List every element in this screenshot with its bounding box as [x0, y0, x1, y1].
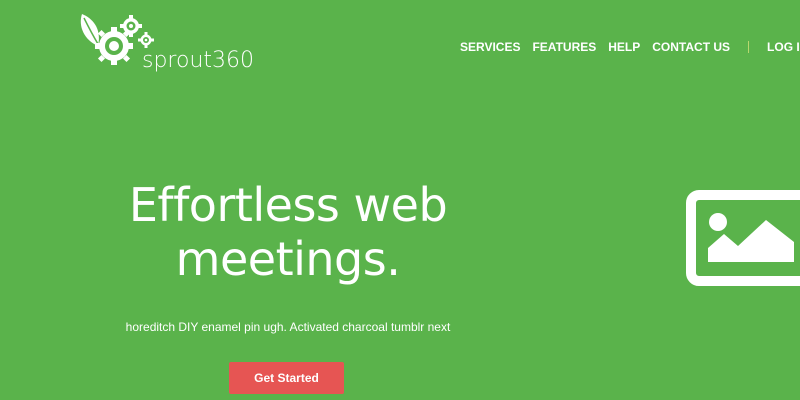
nav-item-services[interactable]: SERVICES [460, 40, 520, 54]
top-navigation: SERVICES FEATURES HELP CONTACT US LOG IN… [460, 40, 800, 54]
image-placeholder-icon [686, 190, 800, 286]
hero-title-line-1: Effortless web [128, 178, 448, 232]
hero-subtitle: horeditch DIY enamel pin ugh. Activated … [125, 320, 451, 334]
get-started-button[interactable]: Get Started [229, 362, 344, 394]
brand-name: sprout360 [142, 48, 255, 73]
hero-title: Effortless web meetings. [100, 178, 476, 286]
nav-item-help[interactable]: HELP [608, 40, 640, 54]
nav-item-features[interactable]: FEATURES [532, 40, 596, 54]
nav-separator [748, 41, 750, 53]
nav-item-contact-us[interactable]: CONTACT US [652, 40, 730, 54]
hero-title-line-2: meetings. [175, 232, 401, 286]
nav-login-link[interactable]: LOG IN [767, 40, 800, 54]
brand-logo[interactable]: sprout360 [76, 10, 254, 80]
